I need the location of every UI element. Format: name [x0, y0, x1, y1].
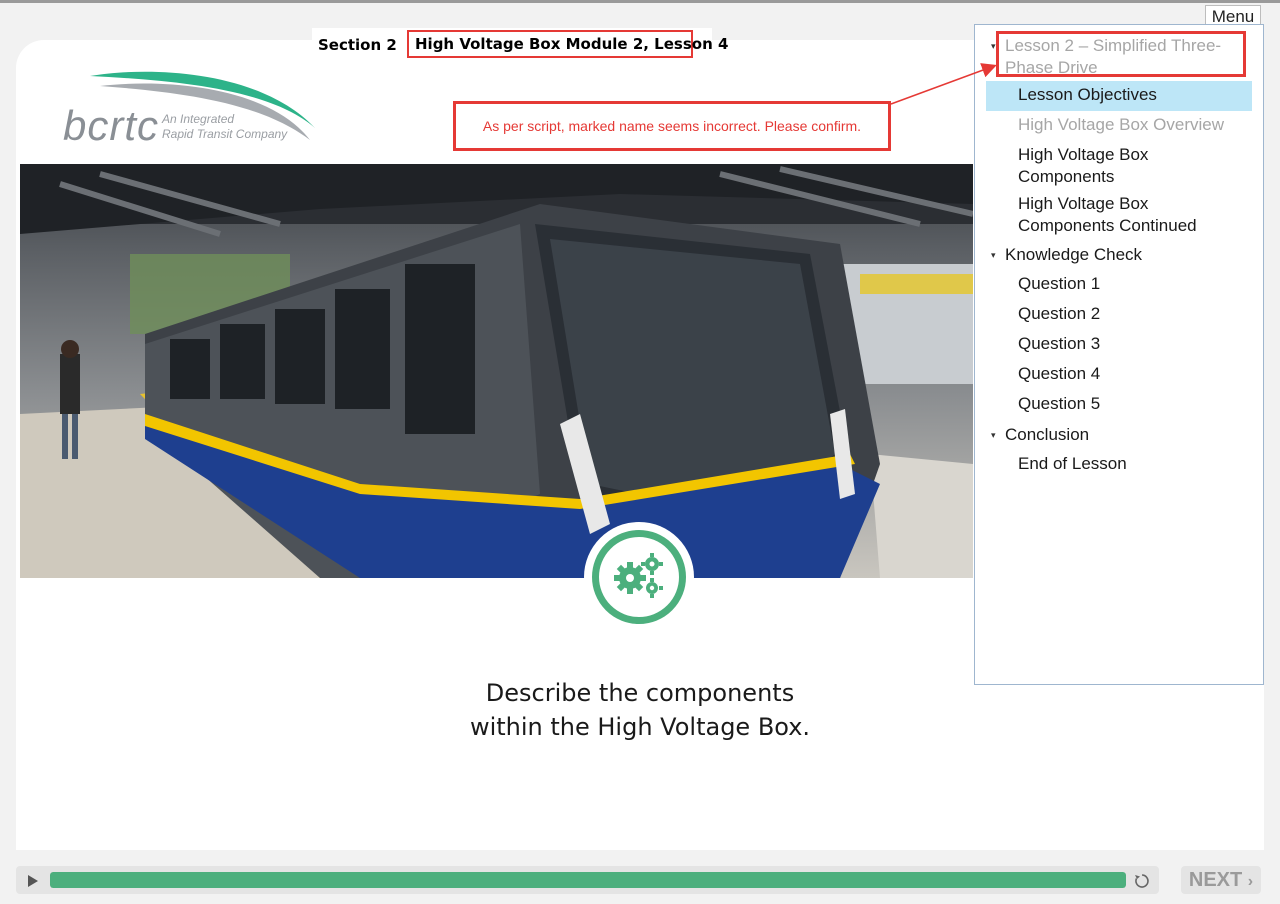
logo-wordmark: bcrtc — [63, 102, 160, 149]
replay-icon[interactable] — [1134, 873, 1150, 889]
progress-bar[interactable] — [50, 872, 1126, 888]
objective-line-1: Describe the components — [485, 679, 795, 707]
gears-icon — [614, 553, 663, 598]
review-comment-box: As per script, marked name seems incorre… — [453, 101, 891, 151]
menu-item-question-2[interactable]: Question 2 — [1018, 303, 1100, 325]
menu-item-hv-box-components[interactable]: High Voltage Box Components — [1018, 144, 1148, 188]
menu-item-hv-box-components-continued-line-2: Components Continued — [1018, 216, 1197, 235]
lesson-collapse-icon[interactable]: ▾ — [991, 41, 996, 51]
logo-tagline-2: Rapid Transit Company — [162, 127, 288, 141]
menu-item-question-3[interactable]: Question 3 — [1018, 333, 1100, 355]
knowledge-check-collapse-icon[interactable]: ▾ — [991, 250, 996, 260]
lesson-title-highlight — [996, 31, 1246, 77]
module-title: High Voltage Box Module 2, Lesson 4 — [407, 30, 728, 58]
next-button[interactable]: NEXT › — [1181, 866, 1261, 894]
menu-item-question-4[interactable]: Question 4 — [1018, 363, 1100, 385]
menu-item-hv-box-components-line-1: High Voltage Box — [1018, 145, 1149, 164]
progress-fill — [50, 872, 1126, 888]
menu-item-question-5[interactable]: Question 5 — [1018, 393, 1100, 415]
menu-item-hv-box-components-continued-line-1: High Voltage Box — [1018, 194, 1149, 213]
top-border — [0, 0, 1280, 3]
next-button-label: NEXT — [1188, 869, 1243, 891]
menu-item-hv-box-components-continued[interactable]: High Voltage Box Components Continued — [1018, 193, 1197, 237]
hero-train-image — [20, 164, 973, 578]
menu-item-lesson-objectives[interactable]: Lesson Objectives — [1018, 84, 1157, 106]
logo-tagline-1: An Integrated — [162, 112, 235, 126]
menu-item-end-of-lesson[interactable]: End of Lesson — [1018, 453, 1127, 475]
menu-item-hv-box-overview[interactable]: High Voltage Box Overview — [1018, 114, 1224, 136]
chevron-right-icon: › — [1247, 873, 1254, 890]
menu-section-conclusion[interactable]: Conclusion — [1005, 424, 1089, 446]
objective-text: Describe the components within the High … — [400, 676, 880, 744]
section-label: Section 2 — [318, 36, 397, 54]
menu-item-question-1[interactable]: Question 1 — [1018, 273, 1100, 295]
menu-item-hv-box-components-line-2: Components — [1018, 167, 1115, 186]
objective-line-2: within the High Voltage Box. — [469, 713, 811, 741]
play-icon[interactable] — [27, 874, 39, 888]
menu-section-knowledge-check[interactable]: Knowledge Check — [1005, 244, 1142, 266]
conclusion-collapse-icon[interactable]: ▾ — [991, 430, 996, 440]
train-illustration — [20, 164, 973, 578]
